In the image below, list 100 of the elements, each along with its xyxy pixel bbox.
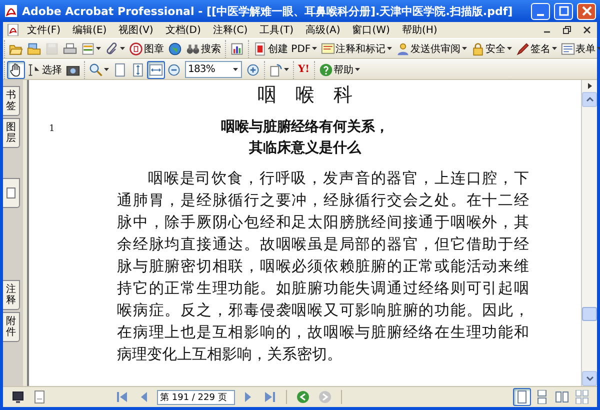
nav-tab[interactable]: 图层 [3, 118, 20, 148]
menu-item[interactable]: 工具(T) [260, 23, 294, 37]
stamp-button[interactable]: 图章 [127, 40, 166, 58]
pdf-document-icon [253, 42, 267, 56]
paragraph-line: 脉中，除手厥阴心包经和足太阳膀胱经间接通于咽喉外，其 [117, 212, 529, 233]
menu-item[interactable]: 文档(D) [165, 23, 201, 37]
caret-icon [354, 67, 360, 72]
paragraph-line: 喉病症。反之，邪毒侵袭咽喉又可影响脏腑的功能。因此， [117, 300, 529, 321]
review-button[interactable]: 发送供审阅 [394, 40, 469, 58]
menu-item[interactable]: 视图(V) [118, 23, 154, 37]
caret-icon [462, 46, 467, 51]
plus-icon [246, 62, 260, 76]
menu-item[interactable]: 文件(F) [27, 23, 61, 37]
restore-icon [563, 26, 571, 34]
facing-pages-icon [555, 390, 569, 404]
page-icon [6, 187, 16, 199]
options-arrow-icon [586, 82, 592, 90]
sign-button[interactable]: 签名 [514, 40, 559, 58]
paragraph-line: 余经脉均直接通达。故咽喉虽是局部的器官，但它借助于经 [117, 234, 529, 255]
question-heading: 咽喉与脏腑经络有何关系， [221, 118, 389, 137]
pages-tab[interactable] [3, 178, 20, 208]
picture-icon [230, 42, 244, 56]
select-tool-button[interactable]: 选择 [25, 60, 64, 78]
scrollbar-thumb[interactable] [582, 307, 597, 321]
caret-icon [312, 46, 317, 51]
pdf-icon [7, 24, 19, 36]
close-icon [582, 6, 592, 16]
comment-button[interactable]: 注释和标记 [318, 40, 394, 58]
caret-icon [552, 46, 557, 51]
fit-width-button[interactable] [147, 60, 165, 78]
maximize-button[interactable] [554, 2, 573, 20]
paragraph-line: 咽喉是司饮食，行呼吸，发声音的器官，上连口腔，下 [147, 168, 529, 189]
person-icon [396, 42, 410, 56]
scroll-up-button[interactable] [582, 92, 597, 107]
paragraph-line: 持它的正常生理功能。如脏腑功能失调通过经络则可引起咽 [117, 278, 529, 299]
monitor-icon [11, 390, 25, 404]
paragraph-line: 脉与脏腑密切相联，咽喉必须依赖脏腑的正常或能活动来维 [117, 256, 529, 277]
back-button[interactable] [294, 388, 312, 406]
minimize-icon [537, 14, 544, 16]
text-cursor-icon [27, 62, 41, 76]
close-icon [583, 26, 591, 34]
menu-item[interactable]: 窗口(W) [352, 23, 390, 37]
menu-item[interactable]: 帮助(H) [402, 23, 438, 37]
app-icon [4, 4, 18, 18]
minus-icon [167, 62, 181, 76]
zoom-field[interactable]: 183% [185, 61, 242, 78]
create-pdf-button[interactable]: 创建 PDF [251, 40, 319, 58]
single-page-icon [515, 390, 529, 404]
hand-icon [9, 62, 23, 76]
caret-icon [233, 67, 238, 72]
maximize-icon [558, 6, 568, 16]
paragraph-line: 通肺胃，是经脉循行之要冲，经脉循行交会之处。在十二经 [117, 190, 529, 211]
document-close-button[interactable] [581, 26, 593, 34]
nav-tab[interactable]: 书签 [3, 86, 20, 116]
yahoo-button[interactable]: Y! [296, 60, 312, 78]
binoculars-icon [186, 42, 200, 56]
document-restore-button[interactable] [561, 26, 573, 34]
first-page-icon [115, 390, 129, 404]
stamp-icon [129, 42, 143, 56]
printer-icon [63, 42, 77, 56]
hand-tool-button[interactable] [7, 60, 25, 78]
rotate-page-icon [269, 62, 283, 76]
continuous-facing-icon [575, 390, 589, 404]
menu-item[interactable]: 高级(A) [306, 23, 340, 37]
page-icon [33, 390, 47, 404]
single-page-button[interactable] [513, 388, 531, 406]
paragraph-line: 病理变化上互相影响，关系密切。 [117, 344, 343, 365]
margin-mark: 1 [49, 124, 55, 134]
question-icon [318, 62, 333, 76]
zoom-tool-button[interactable] [87, 60, 111, 78]
nav-tab[interactable]: 附件 [3, 312, 20, 342]
pen-icon [516, 42, 530, 56]
help-button[interactable]: 帮助 [316, 60, 362, 78]
caret-icon [96, 46, 101, 51]
search-button[interactable]: 搜索 [184, 40, 223, 58]
question-heading: 其临床意义是什么 [249, 138, 361, 158]
page-heading: 咽喉科 [256, 83, 372, 107]
caret-icon [506, 46, 512, 51]
caret-icon [386, 46, 392, 51]
menu-item[interactable]: 编辑(E) [72, 23, 107, 37]
window-title: Adobe Acrobat Professional - [[中医学解难一眼、耳鼻喉科分册].天津中医学院.扫描版.pdf] [22, 4, 514, 18]
fit-width-icon [149, 62, 163, 76]
fit-page-icon [131, 62, 145, 76]
caret-icon [284, 67, 289, 72]
document-stack-icon [81, 42, 95, 56]
caret-icon [104, 67, 109, 72]
minimize-button[interactable] [531, 2, 550, 20]
form-icon [560, 42, 575, 56]
scroll-down-button[interactable] [582, 371, 597, 386]
menu-item[interactable]: 注释(C) [212, 23, 248, 37]
page-number-field[interactable]: 第 191 / 229 页 [157, 390, 235, 404]
nav-tab[interactable]: 注释 [3, 280, 20, 310]
form-button[interactable]: 表单 [558, 40, 600, 58]
paragraph-line: 在病理上也是互相影响的，故咽喉与脏腑经络在生理功能和 [117, 322, 529, 343]
close-button[interactable] [577, 2, 596, 20]
security-button[interactable]: 安全 [468, 40, 514, 58]
last-page-icon [263, 390, 277, 404]
folder-stack-icon [27, 42, 41, 56]
page-icon [113, 62, 127, 76]
note-icon [320, 42, 335, 56]
